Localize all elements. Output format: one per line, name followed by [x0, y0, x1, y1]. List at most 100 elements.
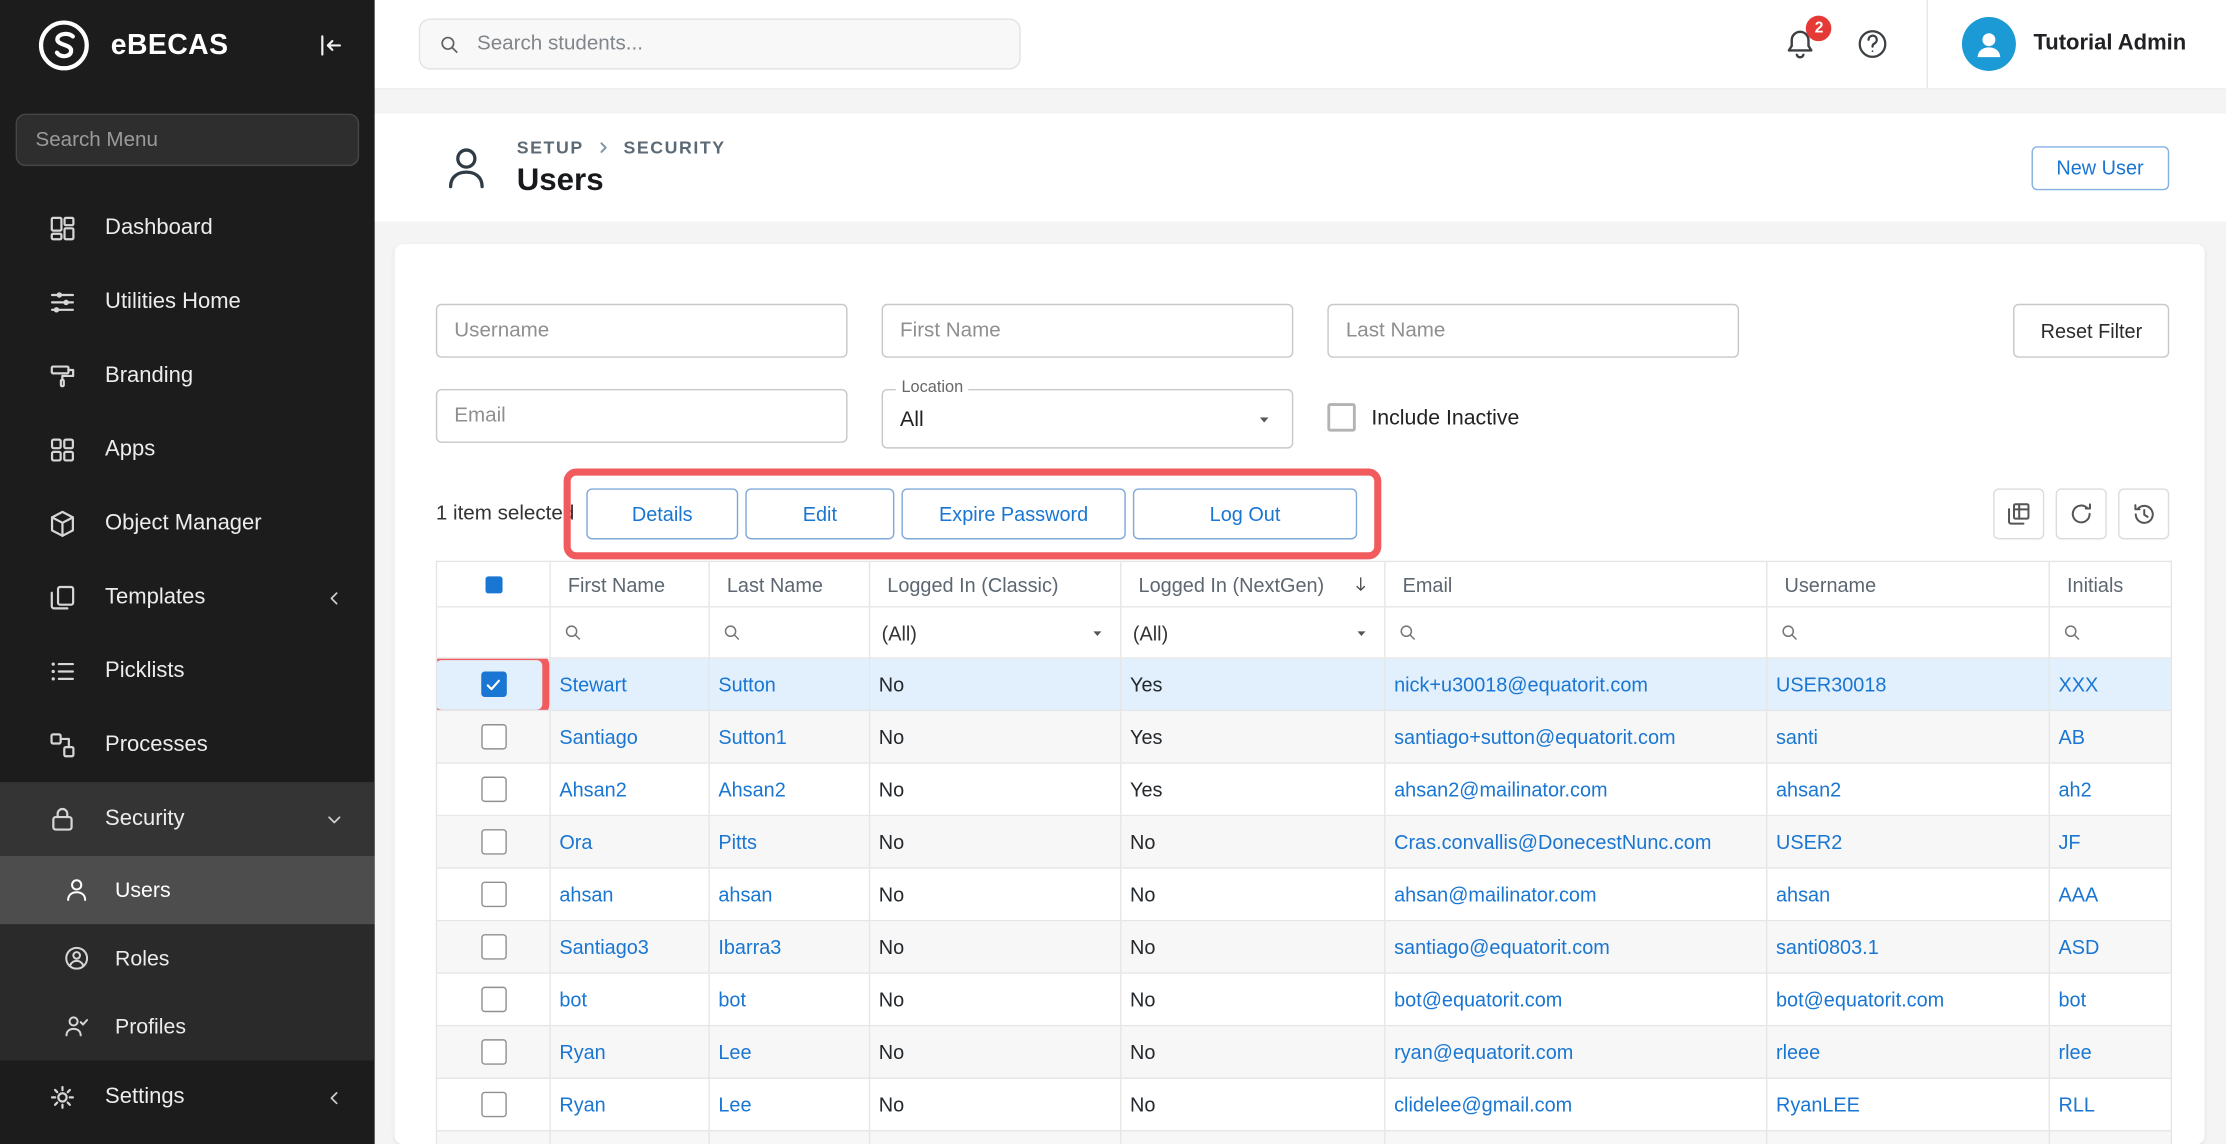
first-name-filter-input[interactable] — [882, 304, 1294, 358]
copy-table-button[interactable] — [1993, 488, 2044, 539]
header-select-all[interactable] — [437, 562, 551, 606]
cell-last-name[interactable]: ahsan — [710, 869, 870, 920]
cell-last-name[interactable]: Lee — [710, 1026, 870, 1077]
cell-first-name[interactable]: Ryan — [551, 1026, 710, 1077]
cell-initials[interactable]: ah2 — [2050, 764, 2171, 815]
cell-first-name[interactable]: Santiago — [551, 711, 710, 762]
cell-username[interactable]: bot@equatorit.com — [1767, 974, 2050, 1025]
new-user-button[interactable]: New User — [2031, 146, 2169, 190]
sidebar-item-apps[interactable]: Apps — [0, 413, 375, 487]
nextgen-column-filter-select[interactable]: (All) — [1122, 608, 1386, 658]
select-all-checkbox[interactable] — [485, 576, 502, 593]
cell-username[interactable]: user2tes2t — [1767, 1131, 2050, 1144]
cell-initials[interactable]: AB — [2050, 711, 2171, 762]
include-inactive-checkbox[interactable] — [1327, 403, 1355, 431]
cell-last-name[interactable]: Sutton — [710, 1131, 870, 1144]
username-filter-input[interactable] — [436, 304, 848, 358]
sidebar-item-picklists[interactable]: Picklists — [0, 635, 375, 709]
sidebar-item-utilities-home[interactable]: Utilities Home — [0, 265, 375, 339]
header-last-name[interactable]: Last Name — [710, 562, 870, 606]
cell-email[interactable]: ryan@equatorit.com — [1386, 1026, 1768, 1077]
cell-initials[interactable]: A.J — [2050, 1131, 2171, 1144]
cell-email[interactable]: tes22t@test.com — [1386, 1131, 1768, 1144]
cell-last-name[interactable]: Lee — [710, 1079, 870, 1130]
cell-initials[interactable]: XXX — [2050, 659, 2171, 710]
sidebar-item-settings[interactable]: Settings — [0, 1060, 375, 1134]
row-checkbox[interactable] — [481, 882, 507, 908]
sidebar-item-processes[interactable]: Processes — [0, 708, 375, 782]
expire-password-button[interactable]: Expire Password — [901, 488, 1125, 539]
cell-username[interactable]: ahsan — [1767, 869, 2050, 920]
global-search-input[interactable] — [474, 31, 1002, 57]
cell-initials[interactable]: ASD — [2050, 921, 2171, 972]
cell-last-name[interactable]: Sutton — [710, 659, 870, 710]
row-checkbox[interactable] — [481, 724, 507, 750]
header-username[interactable]: Username — [1767, 562, 2050, 606]
cell-last-name[interactable]: Sutton1 — [710, 711, 870, 762]
classic-column-filter-select[interactable]: (All) — [870, 608, 1121, 658]
cell-initials[interactable]: AAA — [2050, 869, 2171, 920]
breadcrumb-setup[interactable]: SETUP — [517, 137, 584, 157]
reset-filter-button[interactable]: Reset Filter — [2014, 304, 2170, 358]
location-select[interactable]: Location All — [882, 389, 1294, 449]
cell-username[interactable]: USER2 — [1767, 816, 2050, 867]
cell-email[interactable]: nick+u30018@equatorit.com — [1386, 659, 1768, 710]
sidebar-collapse-icon[interactable] — [315, 30, 346, 61]
cell-first-name[interactable]: ahsan — [551, 869, 710, 920]
cell-last-name[interactable]: Ibarra3 — [710, 921, 870, 972]
header-logged-in-classic[interactable]: Logged In (Classic) — [870, 562, 1121, 606]
row-checkbox[interactable] — [481, 1092, 507, 1118]
cell-first-name[interactable]: Santiago3 — [551, 921, 710, 972]
cell-username[interactable]: santi0803.1 — [1767, 921, 2050, 972]
global-search[interactable] — [419, 18, 1021, 69]
include-inactive[interactable]: Include Inactive — [1327, 403, 1519, 431]
cell-first-name[interactable]: Stewart — [551, 659, 710, 710]
notifications-button[interactable]: 2 — [1784, 27, 1818, 61]
cell-email[interactable]: bot@equatorit.com — [1386, 974, 1768, 1025]
cell-first-name[interactable]: bot — [551, 974, 710, 1025]
cell-last-name[interactable]: bot — [710, 974, 870, 1025]
cell-email[interactable]: ahsan2@mailinator.com — [1386, 764, 1768, 815]
sidebar-search-input[interactable] — [16, 114, 360, 167]
row-checkbox[interactable] — [481, 934, 507, 960]
email-filter-input[interactable] — [436, 389, 848, 443]
row-checkbox[interactable] — [481, 777, 507, 803]
sidebar-item-object-manager[interactable]: Object Manager — [0, 487, 375, 561]
sidebar-item-branding[interactable]: Branding — [0, 339, 375, 413]
username-column-filter[interactable] — [1767, 608, 2050, 658]
cell-first-name[interactable]: Ora — [551, 816, 710, 867]
sidebar-item-profiles[interactable]: Profiles — [0, 992, 375, 1060]
log-out-button[interactable]: Log Out — [1133, 488, 1357, 539]
row-checkbox[interactable] — [481, 987, 507, 1013]
header-first-name[interactable]: First Name — [551, 562, 710, 606]
last-name-filter-input[interactable] — [1327, 304, 1739, 358]
cell-initials[interactable]: bot — [2050, 974, 2171, 1025]
edit-button[interactable]: Edit — [745, 488, 894, 539]
help-icon[interactable] — [1856, 27, 1890, 61]
header-initials[interactable]: Initials — [2050, 562, 2171, 606]
cell-email[interactable]: Cras.convallis@DonecestNunc.com — [1386, 816, 1768, 867]
sidebar-item-security[interactable]: Security — [0, 782, 375, 856]
first-name-column-filter[interactable] — [551, 608, 710, 658]
cell-first-name[interactable]: Ahsan2 — [551, 764, 710, 815]
cell-initials[interactable]: JF — [2050, 816, 2171, 867]
sidebar-item-dashboard[interactable]: Dashboard — [0, 192, 375, 266]
cell-last-name[interactable]: Ahsan2 — [710, 764, 870, 815]
cell-last-name[interactable]: Pitts — [710, 816, 870, 867]
cell-email[interactable]: clidelee@gmail.com — [1386, 1079, 1768, 1130]
initials-column-filter[interactable] — [2050, 608, 2171, 658]
email-column-filter[interactable] — [1386, 608, 1768, 658]
cell-username[interactable]: ahsan2 — [1767, 764, 2050, 815]
breadcrumb-security[interactable]: SECURITY — [623, 137, 725, 157]
cell-initials[interactable]: rlee — [2050, 1026, 2171, 1077]
cell-username[interactable]: rleee — [1767, 1026, 2050, 1077]
row-checkbox[interactable] — [481, 829, 507, 855]
refresh-button[interactable] — [2056, 488, 2107, 539]
cell-username[interactable]: USER30018 — [1767, 659, 2050, 710]
row-checkbox[interactable] — [481, 1039, 507, 1065]
row-checkbox[interactable] — [481, 671, 507, 697]
sidebar-item-templates[interactable]: Templates — [0, 561, 375, 635]
cell-username[interactable]: santi — [1767, 711, 2050, 762]
cell-initials[interactable]: RLL — [2050, 1079, 2171, 1130]
cell-email[interactable]: ahsan@mailinator.com — [1386, 869, 1768, 920]
